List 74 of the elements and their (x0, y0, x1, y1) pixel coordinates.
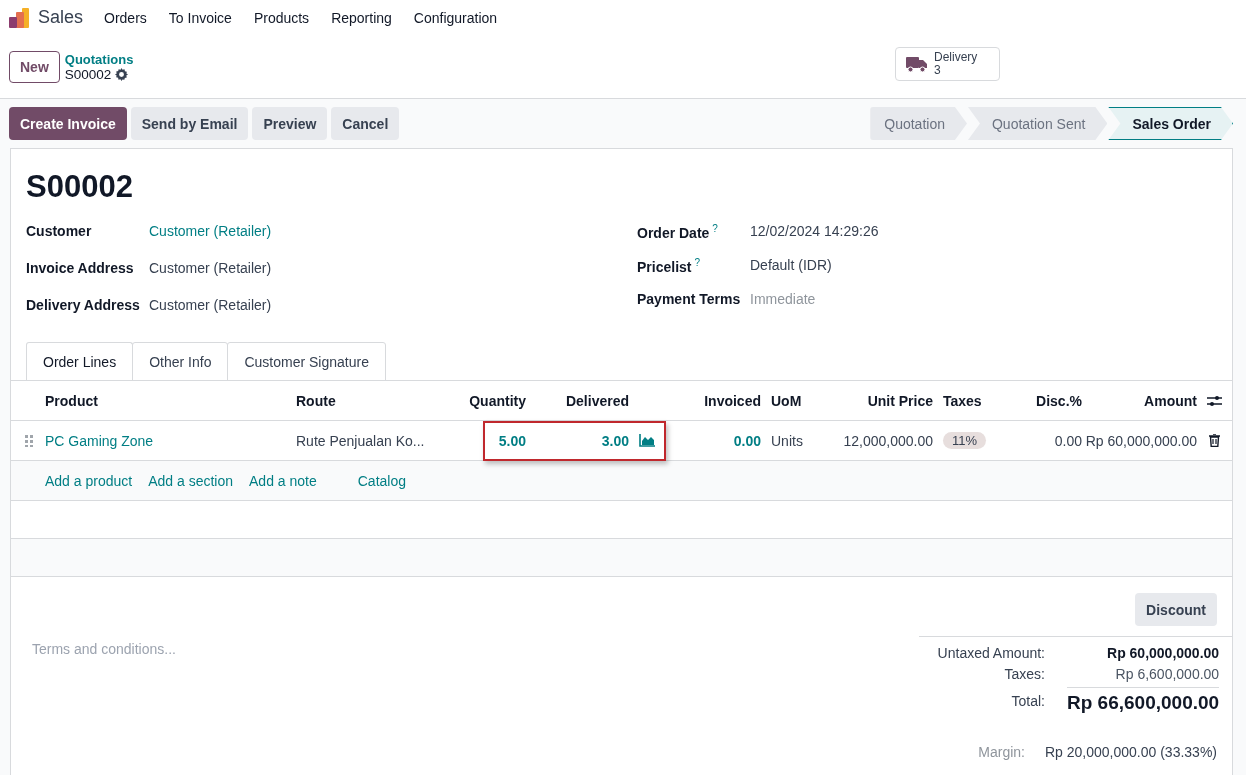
total-value: Rp 60,000,000.00 (1106, 645, 1220, 661)
column-header[interactable]: UoM (761, 392, 843, 409)
field-label: Customer (26, 223, 93, 239)
column-header[interactable]: Taxes (933, 392, 1023, 409)
form-tab[interactable]: Customer Signature (227, 342, 386, 381)
status-stage[interactable]: Sales Order (1108, 107, 1233, 140)
action-button[interactable]: Cancel (331, 107, 400, 140)
discount-button[interactable]: Discount (1135, 593, 1217, 626)
total-label: Total: (1010, 692, 1045, 709)
action-button[interactable]: Send by Email (130, 107, 249, 140)
app-name[interactable]: Sales (38, 7, 84, 28)
record-name: S00002 (64, 66, 112, 82)
add-line-link[interactable]: Add a note (249, 472, 317, 489)
column-header[interactable]: Disc.% (1023, 392, 1082, 409)
table-cell-text: 3.00 (600, 432, 629, 449)
field-value[interactable]: Customer (Retailer) (149, 223, 637, 239)
field-label: Payment Terms (637, 291, 742, 307)
total-label: Taxes: (1003, 666, 1045, 682)
margin-label: Margin: (978, 744, 1025, 760)
total-value: Rp 66,600,000.00 (1067, 687, 1220, 714)
field-value: Customer (Retailer) (149, 260, 273, 276)
margin-value: Rp 20,000,000.00 (33.33%) (1045, 744, 1217, 760)
field-value: Default (IDR) (750, 257, 833, 273)
column-header[interactable]: Invoiced (661, 392, 761, 409)
area-chart-icon[interactable] (639, 434, 655, 447)
column-header[interactable]: Unit Price (843, 392, 933, 409)
column-header[interactable]: Quantity (466, 392, 526, 409)
menu-item[interactable]: Reporting (320, 9, 403, 26)
add-line-link[interactable]: Catalog (357, 472, 406, 489)
field-label: Delivery Address (26, 297, 141, 313)
table-cell[interactable]: PC Gaming Zone (45, 432, 296, 449)
tax-tag: 11% (943, 432, 987, 449)
column-header[interactable]: Route (296, 392, 466, 409)
column-header[interactable]: Product (45, 392, 296, 409)
field-value: 12/02/2024 14:29:26 (750, 223, 880, 239)
table-cell-text: Units (770, 432, 804, 449)
table-cell-text: 0.00 (732, 432, 761, 449)
action-button[interactable]: Preview (252, 107, 328, 140)
new-button[interactable]: New (9, 50, 60, 83)
total-label: Untaxed Amount: (936, 645, 1045, 661)
form-tab[interactable]: Order Lines (26, 342, 134, 381)
menu-item[interactable]: Configuration (402, 9, 509, 26)
breadcrumb-link[interactable]: Quotations (64, 51, 134, 67)
status-stage[interactable]: Quotation (870, 107, 967, 140)
table-cell-text: 0.00 (1053, 432, 1082, 449)
drag-handle-icon[interactable] (25, 434, 33, 447)
table-cell-text: Rp 60,000,000.00 (1084, 432, 1197, 449)
table-cell-text: 5.00 (497, 432, 526, 449)
total-value: Rp 6,600,000.00 (1114, 666, 1220, 682)
field-value: Customer (Retailer) (149, 297, 273, 313)
payment-terms-field[interactable]: Immediate (750, 291, 950, 307)
add-line-link[interactable]: Add a section (148, 472, 233, 489)
menu-item[interactable]: Orders (93, 9, 158, 26)
truck-icon (906, 55, 928, 73)
delivery-smart-button[interactable]: Delivery 3 (895, 47, 1000, 81)
add-line-link[interactable]: Add a product (45, 472, 133, 489)
column-settings-icon[interactable] (1207, 393, 1222, 408)
settings-icon[interactable] (115, 67, 129, 81)
status-stage[interactable]: Quotation Sent (968, 107, 1108, 140)
table-cell: 12,000,000.00 (843, 432, 933, 449)
action-button[interactable]: Create Invoice (9, 107, 127, 140)
field-label: Invoice Address (26, 260, 135, 276)
column-header[interactable]: Amount (1082, 392, 1197, 409)
help-mark[interactable]: ? (712, 223, 718, 234)
trash-icon[interactable] (1209, 434, 1220, 447)
field-label: Pricelist $^{?}$ (637, 257, 702, 275)
help-mark[interactable]: ? (694, 257, 701, 268)
menu-item[interactable]: To Invoice (157, 9, 243, 26)
record-title: S00002 (25, 168, 134, 205)
table-cell-text: Rute Penjualan Ko... (296, 432, 426, 449)
app-logo-icon (8, 6, 30, 29)
menu-item[interactable]: Products (242, 9, 321, 26)
field-label: Order Date $^{?}$ (637, 223, 719, 241)
column-header[interactable]: Delivered (526, 392, 629, 409)
